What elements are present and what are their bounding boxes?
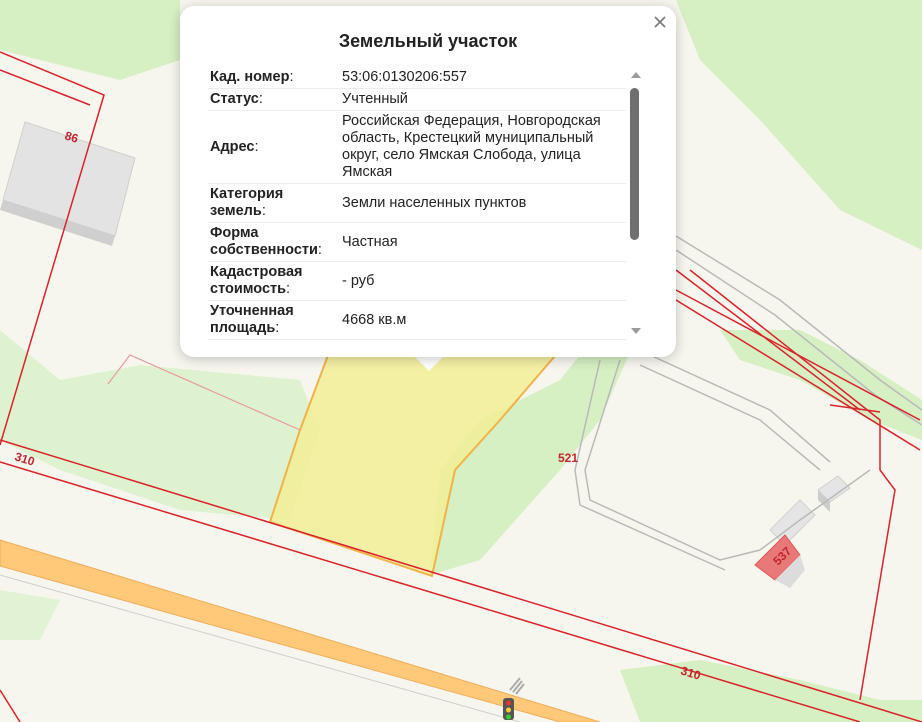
- info-row-value: 4668 кв.м: [342, 311, 407, 328]
- close-icon: [654, 16, 666, 28]
- info-row-value: - руб: [342, 272, 375, 289]
- info-row-label-text: Статус: [210, 91, 259, 107]
- info-row-label-text: Форма собственности: [210, 225, 318, 258]
- label-colon: :: [317, 242, 322, 258]
- info-row-label: Категория земель:: [208, 184, 342, 222]
- info-row: Форма собственности: Частная: [208, 223, 626, 262]
- label-colon: :: [275, 320, 280, 336]
- popup-title: Земельный участок: [338, 31, 518, 51]
- info-row: Адрес: Российская Федерация, Новгородская…: [208, 111, 626, 184]
- info-row-value: 53:06:0130206:557: [342, 69, 467, 85]
- scroll-up-arrow-icon[interactable]: [631, 72, 641, 78]
- info-row: Статус: Учтенный: [208, 89, 626, 111]
- scroll-thumb[interactable]: [630, 88, 639, 240]
- close-button[interactable]: [650, 12, 670, 32]
- info-row-label: Уточненная площадь:: [208, 301, 342, 339]
- label-colon: :: [261, 203, 266, 219]
- info-row-value: Земли населенных пунктов: [342, 194, 527, 211]
- info-row-label: Форма собственности:: [208, 223, 342, 261]
- info-row: Уточненная площадь: 4668 кв.м: [208, 301, 626, 340]
- info-row-value: Учтенный: [342, 91, 408, 107]
- scroll-down-arrow-icon[interactable]: [631, 328, 641, 334]
- label-colon: :: [254, 138, 259, 155]
- info-row-label: Адрес:: [208, 137, 342, 158]
- info-row: Категория земель: Земли населенных пункто…: [208, 184, 626, 223]
- info-row-label-text: Кад. номер: [210, 69, 290, 85]
- label-colon: :: [289, 69, 294, 85]
- popup-tail: [413, 355, 445, 371]
- info-row: Кадастровая стоимость: - руб: [208, 262, 626, 301]
- info-row: Кад. номер: 53:06:0130206:557: [208, 67, 626, 89]
- info-table[interactable]: Кад. номер: 53:06:0130206:557 Статус: Учтен…: [208, 67, 626, 344]
- label-colon: :: [258, 91, 263, 107]
- info-row-label: Статус:: [208, 89, 342, 110]
- info-row-label-text: Адрес: [210, 138, 255, 155]
- parcel-label-521: 521: [558, 451, 578, 465]
- info-row-label-text: Категория земель: [210, 186, 284, 219]
- info-row-value: Частная: [342, 233, 398, 250]
- label-colon: :: [286, 281, 291, 297]
- info-row-label: Кадастровая стоимость:: [208, 262, 342, 300]
- info-row-label-text: Уточненная площадь: [210, 303, 294, 336]
- info-row-label: Кад. номер:: [208, 67, 342, 88]
- info-row-value: Российская Федерация, Новгородская облас…: [342, 113, 601, 180]
- scrollbar[interactable]: [630, 70, 642, 334]
- parcel-info-popup: Земельный участок Кад. номер: 53:06:01302…: [180, 6, 676, 357]
